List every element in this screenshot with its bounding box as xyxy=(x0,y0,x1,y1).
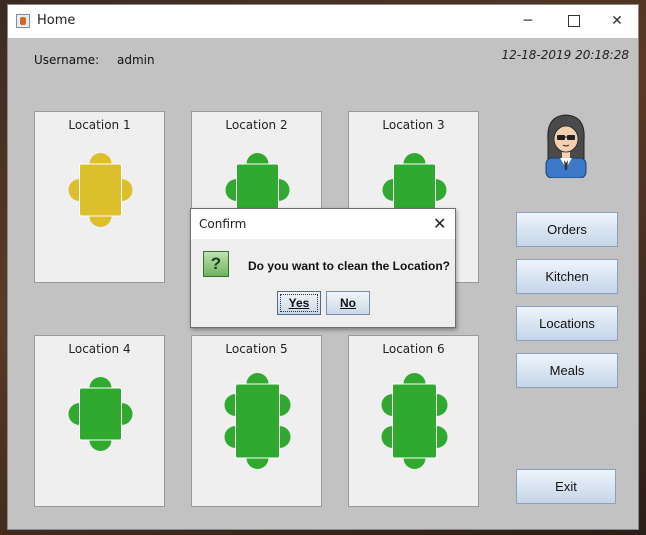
dialog-title: Confirm xyxy=(199,217,247,231)
table-icon xyxy=(68,153,133,227)
username-label: Username: xyxy=(34,53,100,67)
table-top xyxy=(79,387,122,441)
exit-button[interactable]: Exit xyxy=(516,469,616,504)
table-6-seat xyxy=(224,373,291,469)
confirm-dialog: Confirm ✕ ? Do you want to clean the Loc… xyxy=(190,208,456,328)
location-panel-6[interactable]: Location 6 xyxy=(348,335,479,507)
dialog-title-bar: Confirm ✕ xyxy=(191,209,455,239)
username-value: admin xyxy=(117,53,155,67)
table-top xyxy=(392,383,437,459)
dialog-message: Do you want to clean the Location? xyxy=(248,259,451,273)
location-panel-5[interactable]: Location 5 xyxy=(191,335,322,507)
table-top xyxy=(79,163,122,217)
yes-button[interactable]: Yes xyxy=(277,291,321,315)
waiter-avatar-icon xyxy=(545,114,587,178)
dialog-close-button[interactable]: ✕ xyxy=(433,214,446,233)
datetime-display: 12-18-2019 20:18:28 xyxy=(501,48,629,62)
table-icon xyxy=(381,373,448,469)
locations-button[interactable]: Locations xyxy=(516,306,618,341)
java-app-icon xyxy=(16,14,30,28)
location-panel-1[interactable]: Location 1 xyxy=(34,111,165,283)
table-4-seat xyxy=(68,153,133,227)
table-top xyxy=(235,383,280,459)
table-icon xyxy=(68,377,133,451)
maximize-icon xyxy=(568,15,580,27)
window-title: Home xyxy=(37,13,76,28)
kitchen-button[interactable]: Kitchen xyxy=(516,259,618,294)
table-6-seat xyxy=(381,373,448,469)
close-button[interactable]: ✕ xyxy=(594,5,640,38)
minimize-button[interactable]: ─ xyxy=(505,5,551,38)
location-panel-4[interactable]: Location 4 xyxy=(34,335,165,507)
question-icon: ? xyxy=(203,251,229,277)
maximize-button[interactable] xyxy=(551,5,597,38)
meals-button[interactable]: Meals xyxy=(516,353,618,388)
orders-button[interactable]: Orders xyxy=(516,212,618,247)
table-4-seat xyxy=(68,377,133,451)
title-bar: Home ─ ✕ xyxy=(8,5,638,38)
no-button[interactable]: No xyxy=(326,291,370,315)
table-icon xyxy=(224,373,291,469)
